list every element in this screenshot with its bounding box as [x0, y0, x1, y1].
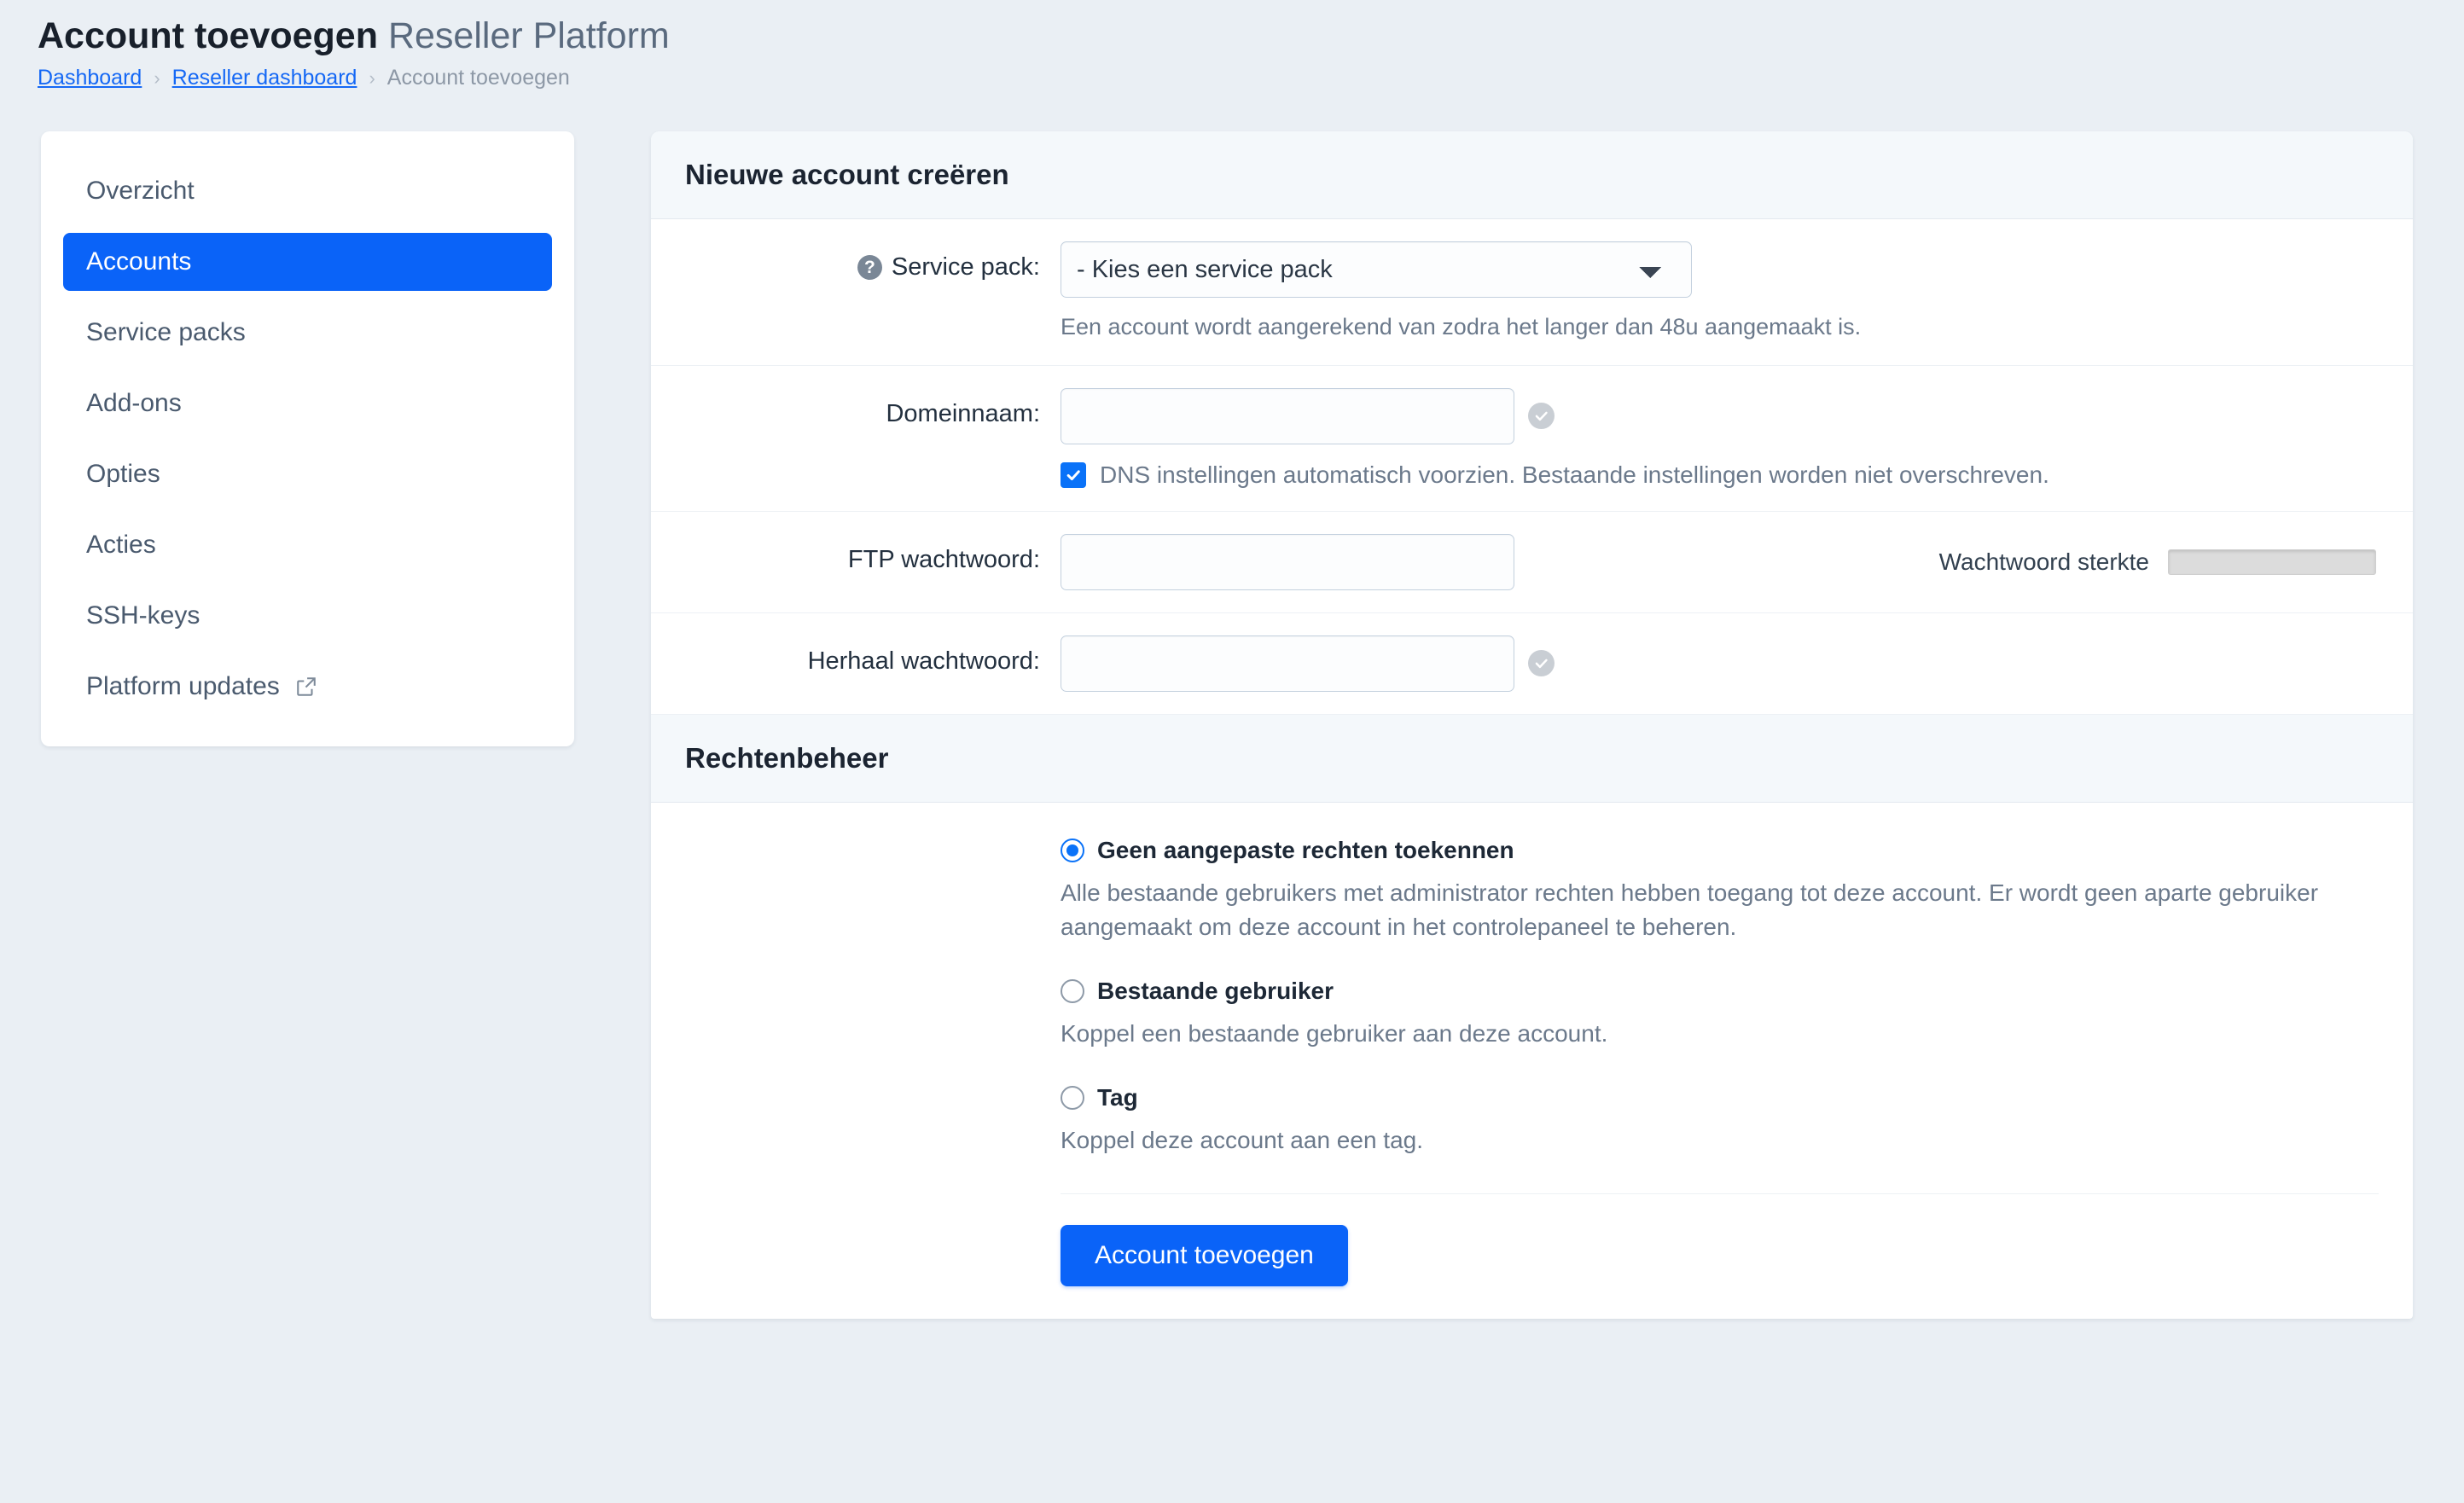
sidebar-item-label: Overzicht — [86, 177, 195, 206]
radio-option-tag[interactable]: Tag — [1061, 1084, 2379, 1111]
page-title-light: Reseller Platform — [387, 15, 670, 56]
rights-body: Geen aangepaste rechten toekennen Alle b… — [651, 803, 2413, 1319]
radio-group-no-custom-rights: Geen aangepaste rechten toekennen Alle b… — [1061, 837, 2379, 945]
form-row-domain: Domeinnaam: DNS instellingen automatisch… — [651, 366, 2413, 512]
external-link-icon — [295, 676, 317, 698]
radio-label: Geen aangepaste rechten toekennen — [1097, 836, 1514, 863]
form-row-ftp-password: FTP wachtwoord: Wachtwoord sterkte — [651, 512, 2413, 613]
breadcrumb-link-reseller-dashboard[interactable]: Reseller dashboard — [172, 66, 357, 90]
sidebar-nav: Overzicht Accounts Service packs Add-ons… — [41, 131, 574, 747]
sidebar-item-add-ons[interactable]: Add-ons — [63, 374, 552, 432]
page-header: Account toevoegen Reseller Platform Dash… — [0, 0, 2464, 90]
validation-check-icon — [1528, 650, 1555, 677]
add-account-button[interactable]: Account toevoegen — [1061, 1225, 1348, 1287]
section-header-rights: Rechtenbeheer — [651, 714, 2413, 803]
ftp-password-row: Wachtwoord sterkte — [1061, 533, 2379, 590]
form-row-repeat-password: Herhaal wachtwoord: — [651, 613, 2413, 715]
validation-check-icon — [1528, 403, 1555, 430]
service-pack-field: - Kies een service pack Een account word… — [1061, 241, 2379, 342]
repeat-password-input[interactable] — [1061, 635, 1514, 692]
radio-option-no-custom-rights[interactable]: Geen aangepaste rechten toekennen — [1061, 837, 2379, 864]
breadcrumb: Dashboard › Reseller dashboard › Account… — [38, 66, 2464, 90]
sidebar-item-label: Platform updates — [86, 672, 280, 701]
dns-checkbox[interactable] — [1061, 461, 1086, 488]
page-title: Account toevoegen Reseller Platform — [38, 15, 2464, 57]
breadcrumb-separator-icon: › — [369, 67, 375, 89]
account-create-card: Nieuwe account creëren ? Service pack: -… — [651, 131, 2413, 1320]
service-pack-label-wrap: ? Service pack: — [685, 241, 1061, 281]
section-title: Rechtenbeheer — [685, 741, 889, 774]
domain-input-group — [1061, 387, 2379, 444]
form-row-service-pack: ? Service pack: - Kies een service pack … — [651, 219, 2413, 366]
ftp-password-input[interactable] — [1061, 533, 1514, 590]
sidebar-item-label: Opties — [86, 460, 160, 489]
radio-button[interactable] — [1061, 1085, 1084, 1110]
radio-button[interactable] — [1061, 838, 1084, 862]
sidebar-item-label: Add-ons — [86, 389, 182, 418]
sidebar-item-acties[interactable]: Acties — [63, 516, 552, 574]
sidebar-item-label: SSH-keys — [86, 601, 200, 630]
rights-options: Geen aangepaste rechten toekennen Alle b… — [685, 837, 2379, 1319]
radio-label: Tag — [1097, 1083, 1138, 1111]
radio-option-existing-user[interactable]: Bestaande gebruiker — [1061, 978, 2379, 1005]
password-strength-meter: Wachtwoord sterkte — [1939, 548, 2379, 576]
radio-label: Bestaande gebruiker — [1097, 978, 1334, 1005]
password-strength-label: Wachtwoord sterkte — [1938, 548, 2149, 575]
repeat-password-group — [1061, 635, 2379, 692]
radio-group-tag: Tag Koppel deze account aan een tag. — [1061, 1084, 2379, 1158]
sidebar-item-platform-updates[interactable]: Platform updates — [63, 658, 552, 716]
repeat-password-label: Herhaal wachtwoord: — [807, 647, 1040, 675]
page-layout: Overzicht Accounts Service packs Add-ons… — [0, 90, 2464, 1320]
section-title: Nieuwe account creëren — [685, 159, 1009, 191]
radio-description: Alle bestaande gebruikers met administra… — [1061, 879, 2319, 941]
service-pack-select[interactable]: - Kies een service pack — [1061, 241, 1692, 299]
domain-input[interactable] — [1061, 387, 1514, 444]
service-pack-label: Service pack: — [891, 253, 1040, 281]
sidebar-item-label: Acties — [86, 531, 156, 560]
form-actions: Account toevoegen — [1061, 1193, 2379, 1319]
radio-description: Koppel deze account aan een tag. — [1061, 1126, 1424, 1153]
sidebar-item-accounts[interactable]: Accounts — [63, 233, 552, 292]
sidebar-item-service-packs[interactable]: Service packs — [63, 304, 552, 362]
service-pack-hint: Een account wordt aangerekend van zodra … — [1061, 314, 1862, 340]
sidebar-item-ssh-keys[interactable]: SSH-keys — [63, 587, 552, 645]
radio-group-existing-user: Bestaande gebruiker Koppel een bestaande… — [1061, 978, 2379, 1052]
domain-field: DNS instellingen automatisch voorzien. B… — [1061, 387, 2379, 489]
domain-label: Domeinnaam: — [886, 399, 1040, 427]
breadcrumb-separator-icon: › — [154, 67, 160, 89]
radio-button[interactable] — [1061, 979, 1084, 1004]
ftp-password-label: FTP wachtwoord: — [847, 545, 1040, 573]
section-header-create-account: Nieuwe account creëren — [651, 131, 2413, 220]
sidebar-item-overzicht[interactable]: Overzicht — [63, 162, 552, 220]
radio-description: Koppel een bestaande gebruiker aan deze … — [1061, 1020, 1608, 1047]
dns-checkbox-row[interactable]: DNS instellingen automatisch voorzien. B… — [1061, 461, 2379, 489]
sidebar-item-label: Service packs — [86, 318, 246, 347]
dns-checkbox-label: DNS instellingen automatisch voorzien. B… — [1100, 461, 2049, 488]
page-title-strong: Account toevoegen — [38, 15, 378, 56]
ftp-password-field: Wachtwoord sterkte — [1061, 533, 2379, 590]
repeat-password-field — [1061, 635, 2379, 692]
breadcrumb-current: Account toevoegen — [386, 66, 570, 90]
help-icon[interactable]: ? — [857, 255, 882, 281]
breadcrumb-link-dashboard[interactable]: Dashboard — [38, 66, 142, 90]
sidebar-item-opties[interactable]: Opties — [63, 445, 552, 503]
sidebar-item-label: Accounts — [86, 247, 192, 276]
password-strength-bar — [2168, 548, 2376, 575]
